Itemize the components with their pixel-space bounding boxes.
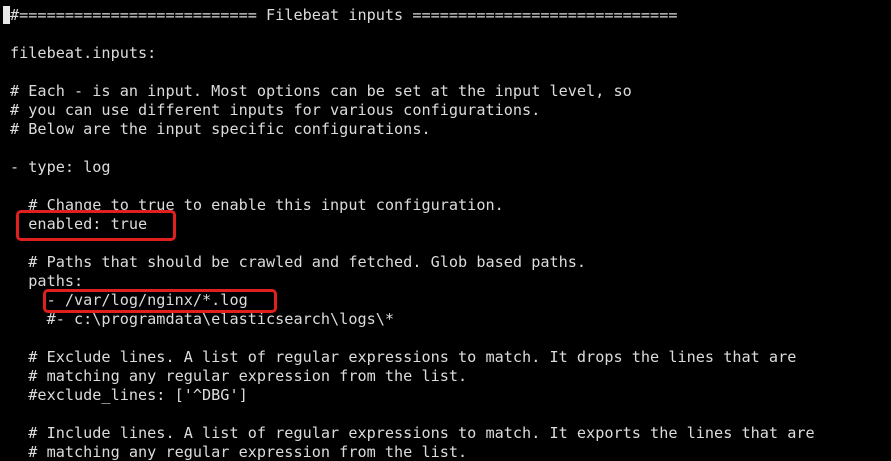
config-line: #========================== Filebeat inp…: [10, 6, 678, 24]
config-line: filebeat.inputs:: [10, 44, 157, 62]
config-line: # you can use different inputs for vario…: [10, 101, 541, 119]
config-line: # Exclude lines. A list of regular expre…: [10, 348, 797, 366]
config-line: #exclude_lines: ['^DBG']: [10, 386, 248, 404]
enabled-highlight-box: [16, 210, 176, 241]
config-line: # matching any regular expression from t…: [10, 367, 468, 385]
path-highlight-box: [43, 289, 277, 313]
config-line: - type: log: [10, 158, 111, 176]
text-cursor: [3, 6, 10, 24]
config-line: # Paths that should be crawled and fetch…: [10, 253, 587, 271]
config-line: # Each - is an input. Most options can b…: [10, 82, 632, 100]
config-line: # matching any regular expression from t…: [10, 443, 468, 461]
config-line: # Include lines. A list of regular expre…: [10, 424, 815, 442]
config-line: # Below are the input specific configura…: [10, 120, 431, 138]
terminal-window[interactable]: #========================== Filebeat inp…: [0, 0, 891, 461]
